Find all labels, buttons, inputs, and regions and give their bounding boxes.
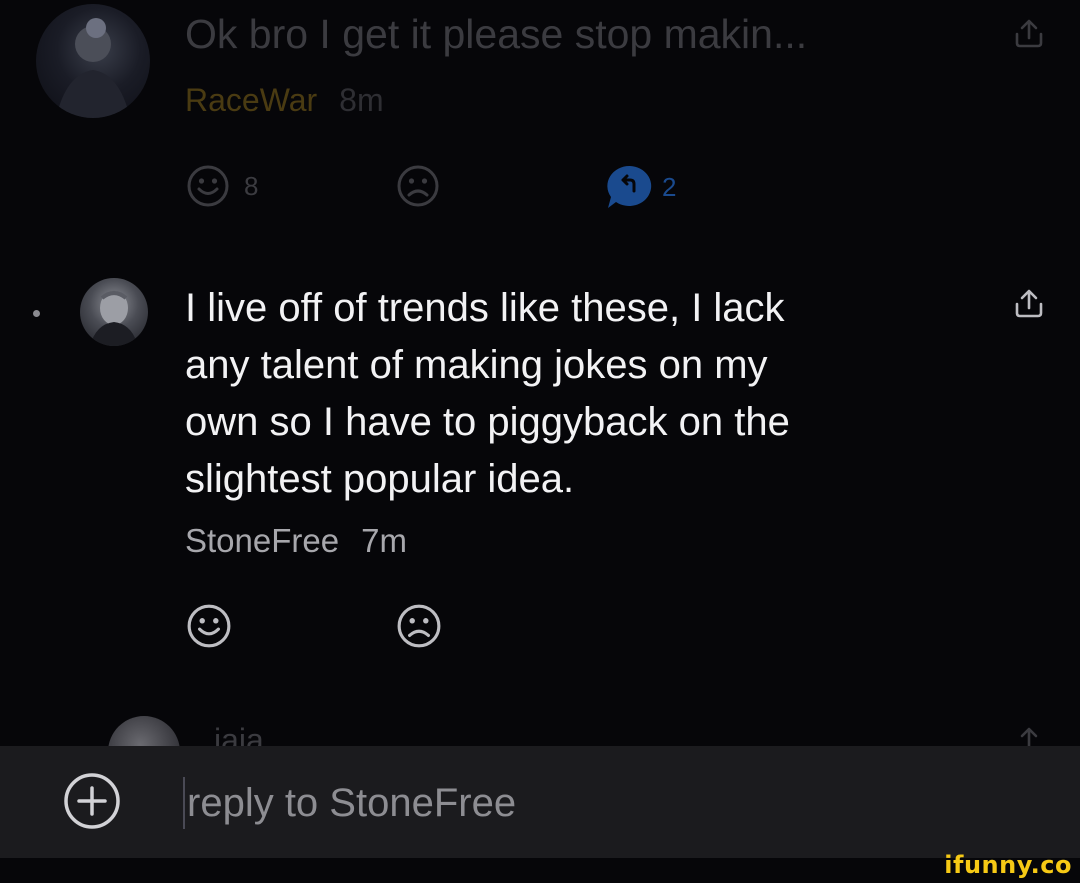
username[interactable]: StoneFree <box>185 522 339 559</box>
comment-meta: RaceWar 8m <box>185 82 406 119</box>
frown-reaction[interactable] <box>396 164 440 208</box>
username[interactable]: RaceWar <box>185 82 317 118</box>
smile-count: 8 <box>244 170 259 201</box>
smile-icon <box>187 165 229 207</box>
comment-text-line: own so I have to piggyback on the <box>185 400 790 444</box>
comment-text: Ok bro I get it please stop makin... <box>185 11 808 57</box>
comment-text: I live off of trends like these, I lack … <box>185 280 790 508</box>
replies-button[interactable]: 2 <box>604 164 676 210</box>
smile-reaction[interactable] <box>186 603 232 649</box>
comment-meta: StoneFree 7m <box>185 522 429 560</box>
plus-circle-icon[interactable] <box>62 771 122 831</box>
reply-bubble-icon <box>607 165 652 208</box>
comment-text-line: any talent of making jokes on my <box>185 343 768 387</box>
thread-dot <box>33 310 40 317</box>
timestamp: 7m <box>361 522 407 559</box>
comment-text-line: I live off of trends like these, I lack <box>185 286 785 330</box>
smile-reaction[interactable]: 8 <box>186 164 258 208</box>
reply-bar <box>0 746 1080 858</box>
frown-icon <box>397 165 439 207</box>
avatar[interactable] <box>36 4 150 118</box>
reply-input[interactable] <box>185 770 949 836</box>
timestamp: 8m <box>339 82 384 118</box>
avatar[interactable] <box>80 278 148 346</box>
share-icon[interactable] <box>1012 16 1046 50</box>
replies-count: 2 <box>662 171 677 202</box>
frown-reaction[interactable] <box>396 603 442 649</box>
ifunny-watermark: ifunny.co <box>944 851 1072 879</box>
comments-screen: Ok bro I get it please stop makin... Rac… <box>0 0 1080 883</box>
share-icon[interactable] <box>1012 286 1046 320</box>
frown-icon <box>397 604 441 648</box>
comment-text-line: slightest popular idea. <box>185 457 575 501</box>
smile-icon <box>187 604 231 648</box>
